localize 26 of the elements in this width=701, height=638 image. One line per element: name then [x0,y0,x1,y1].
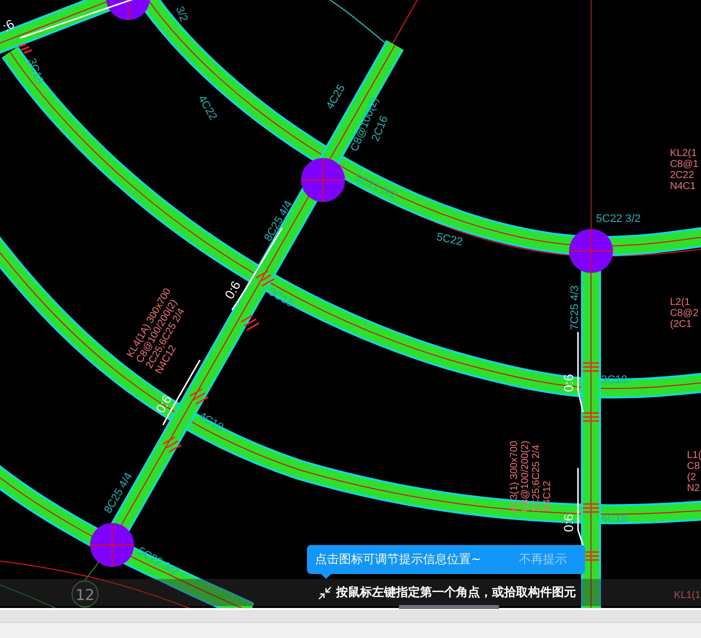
panel-handle[interactable] [399,605,499,609]
rebar-label: 0:6 [152,392,175,416]
rebar-label: 3C18 [601,374,628,386]
rebar-label: 4C18 [196,410,226,434]
tooltip-message: 点击图标可调节提示信息位置~ [315,551,482,568]
rebar-label: 3C18 [266,286,296,310]
axis-marker: 12 [72,580,98,608]
dismiss-link[interactable]: 不再提示 [519,551,567,568]
status-prompt: 按鼠标左键指定第一个角点，或拾取构件图元 [336,584,576,601]
rebar-label: 0:6 [561,514,576,532]
rebar-label: 7C25 4/3 [569,285,581,330]
rebar-label: 0:6 [222,278,244,302]
rebar-label: 5C22 3/2 [596,213,641,225]
collapse-arrows-icon[interactable] [318,586,332,600]
rebar-label: 5C22 [435,231,464,248]
beam-annotation: L2(1 C8@2 (2C1 [670,297,698,330]
rebar-label: 3/2 [173,4,190,24]
beam-annotation: KL3(1) 300x700 C8@100/200(2) 2C25;6C25 2/4 N4C12 [509,440,553,512]
rebar-label: 0:6 [561,374,576,392]
beam-annotation: L1( C8 (2 N2 [687,450,701,494]
beam-annotation: KL1(1 [674,590,701,601]
beam-annotation: KL2(1 C8@1 2C22 N4C1 [670,148,698,192]
rebar-label: :6 [0,16,17,35]
rebar-label: 4C18 [601,513,628,525]
rebar-label: 5C22 3/2 [352,172,398,202]
rebar-label: 3C18 [25,56,46,86]
